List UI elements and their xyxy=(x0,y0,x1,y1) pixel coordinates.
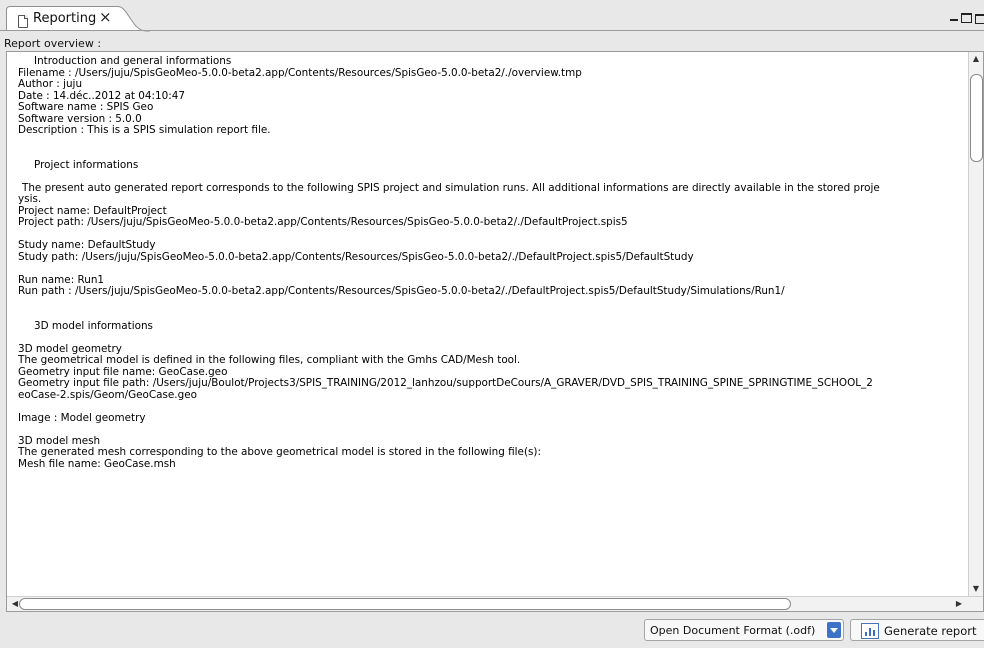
project-intro-line: The present auto generated report corres… xyxy=(22,181,880,194)
vertical-scrollbar[interactable]: ▲ ▼ xyxy=(968,52,983,596)
vertical-scroll-thumb[interactable] xyxy=(970,74,983,162)
scroll-down-icon[interactable]: ▼ xyxy=(969,584,983,594)
scroll-up-icon[interactable]: ▲ xyxy=(969,54,983,64)
horizontal-scrollbar[interactable]: ◀ ▶ xyxy=(7,596,983,611)
tab-reporting[interactable]: Reporting × xyxy=(6,6,150,32)
geometry-desc-line: The geometrical model is defined in the … xyxy=(18,354,521,366)
scroll-right-icon[interactable]: ▶ xyxy=(953,597,965,611)
study-path-line: Study path: /Users/juju/SpisGeoMeo-5.0.0… xyxy=(18,250,694,263)
geometry-file-path-line: Geometry input file path: /Users/juju/Bo… xyxy=(18,377,873,389)
generate-report-label: Generate report xyxy=(884,624,977,638)
filename-line: Filename : /Users/juju/SpisGeoMeo-5.0.0-… xyxy=(18,66,582,79)
run-path-line: Run path : /Users/juju/SpisGeoMeo-5.0.0-… xyxy=(18,285,785,297)
image-geometry-line: Image : Model geometry xyxy=(18,411,146,424)
maximize-icon[interactable] xyxy=(961,13,972,23)
bar-chart-icon xyxy=(861,623,879,639)
description-line: Description : This is a SPIS simulation … xyxy=(18,124,271,136)
geometry-file-path-continued: eoCase-2.spis/Geom/GeoCase.geo xyxy=(18,388,197,401)
tab-title: Reporting xyxy=(33,11,97,26)
tab-divider xyxy=(0,30,984,31)
study-name-line: Study name: DefaultStudy xyxy=(18,239,156,251)
report-content: Introduction and general informations Fi… xyxy=(18,56,974,596)
mesh-file-name-line: Mesh file name: GeoCase.msh xyxy=(18,457,176,470)
restore-icon[interactable] xyxy=(975,14,984,24)
generate-report-button[interactable]: Generate report xyxy=(850,619,984,641)
project-intro-continued: ysis. xyxy=(18,193,42,205)
bottom-toolbar: Open Document Format (.odf) Generate rep… xyxy=(0,612,984,648)
report-text-area[interactable]: Introduction and general informations Fi… xyxy=(6,51,984,612)
date-line: Date : 14.déc..2012 at 04:10:47 xyxy=(18,89,185,102)
document-icon xyxy=(18,15,28,28)
model-heading: 3D model informations xyxy=(34,319,153,332)
software-name-line: Software name : SPIS Geo xyxy=(18,101,154,113)
horizontal-scroll-thumb[interactable] xyxy=(19,598,791,610)
project-heading: Project informations xyxy=(34,158,139,171)
report-overview-label: Report overview : xyxy=(4,37,102,50)
intro-heading: Introduction and general informations xyxy=(34,56,232,67)
format-select[interactable]: Open Document Format (.odf) xyxy=(644,619,844,641)
window-controls xyxy=(944,10,984,26)
project-path-line: Project path: /Users/juju/SpisGeoMeo-5.0… xyxy=(18,216,628,228)
mesh-desc-line: The generated mesh corresponding to the … xyxy=(18,446,541,458)
minimize-icon[interactable] xyxy=(950,19,958,21)
close-icon[interactable]: × xyxy=(99,9,112,25)
chevron-down-icon[interactable] xyxy=(827,622,841,638)
format-select-value: Open Document Format (.odf) xyxy=(650,624,816,637)
author-line: Author : juju xyxy=(18,78,83,90)
tab-bar: Reporting × xyxy=(0,0,984,36)
